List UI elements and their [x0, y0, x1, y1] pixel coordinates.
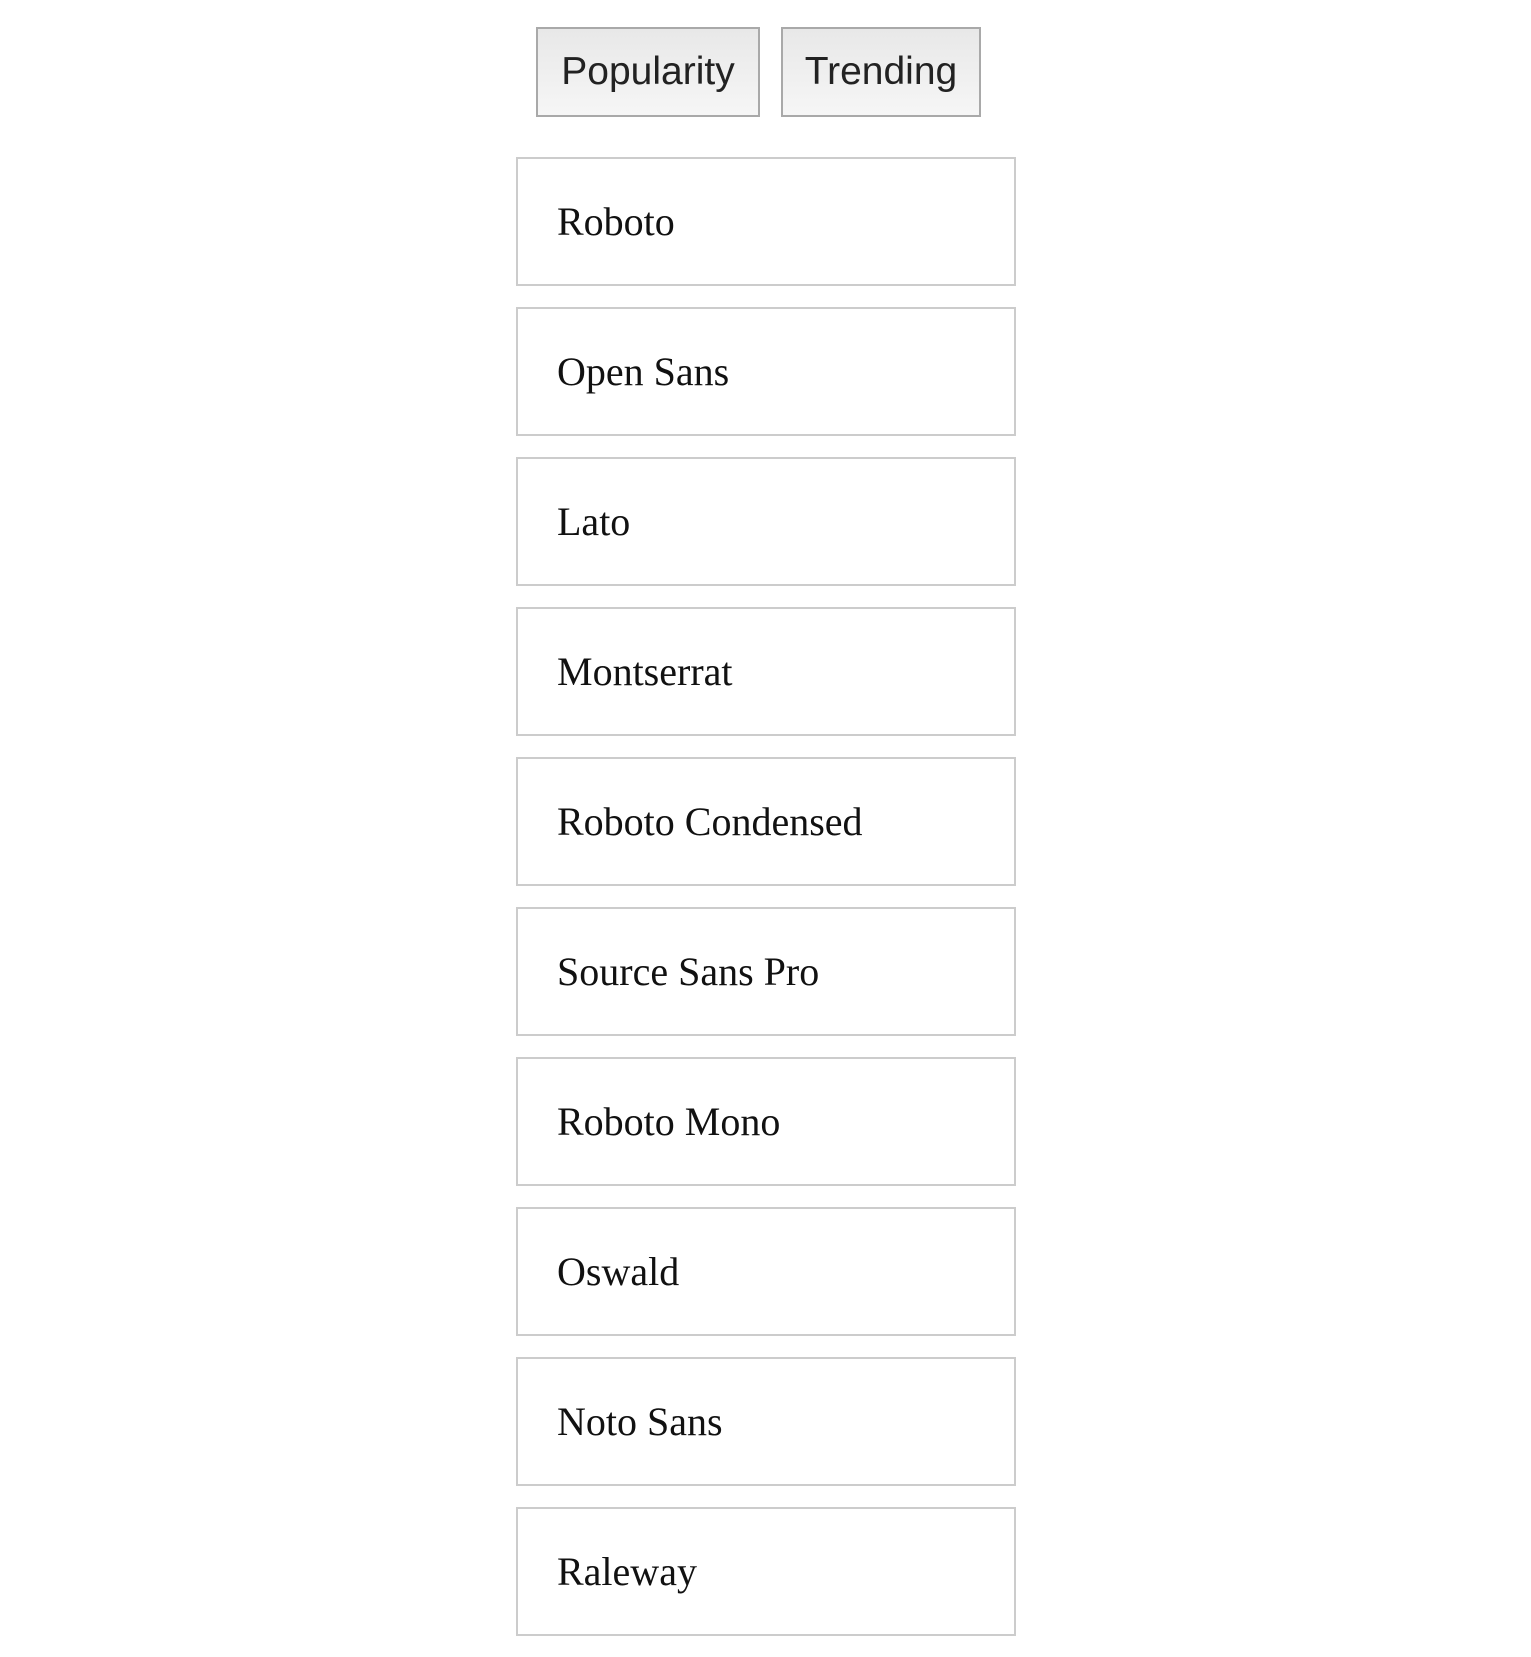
- font-name: Montserrat: [557, 649, 733, 694]
- font-list-item-open-sans[interactable]: Open Sans: [516, 307, 1016, 436]
- font-list-item-roboto-condensed[interactable]: Roboto Condensed: [516, 757, 1016, 886]
- font-name: Lato: [557, 499, 631, 544]
- font-list-item-source-sans-pro[interactable]: Source Sans Pro: [516, 907, 1016, 1036]
- font-list-item-raleway[interactable]: Raleway: [516, 1507, 1016, 1636]
- sort-popularity-button[interactable]: Popularity: [536, 27, 760, 117]
- font-name: Roboto: [557, 199, 675, 244]
- font-list-item-lato[interactable]: Lato: [516, 457, 1016, 586]
- font-name: Noto Sans: [557, 1399, 723, 1444]
- font-list: Roboto Open Sans Lato Montserrat Roboto …: [516, 157, 1016, 1657]
- font-list-item-noto-sans[interactable]: Noto Sans: [516, 1357, 1016, 1486]
- font-name: Roboto Mono: [557, 1099, 781, 1144]
- font-list-item-roboto[interactable]: Roboto: [516, 157, 1016, 286]
- sort-trending-button[interactable]: Trending: [781, 27, 981, 117]
- font-name: Open Sans: [557, 349, 730, 394]
- font-name: Source Sans Pro: [557, 949, 820, 994]
- sort-toolbar: Popularity Trending: [536, 27, 981, 117]
- font-list-item-montserrat[interactable]: Montserrat: [516, 607, 1016, 736]
- font-list-item-oswald[interactable]: Oswald: [516, 1207, 1016, 1336]
- font-name: Oswald: [557, 1249, 680, 1294]
- font-list-item-roboto-mono[interactable]: Roboto Mono: [516, 1057, 1016, 1186]
- font-name: Roboto Condensed: [557, 799, 863, 844]
- font-name: Raleway: [557, 1549, 697, 1594]
